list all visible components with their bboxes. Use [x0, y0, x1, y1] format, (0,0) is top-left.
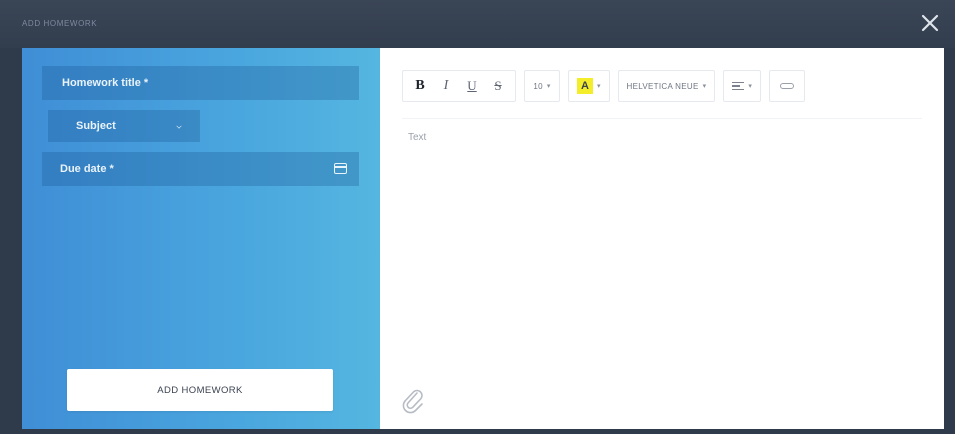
font-size-value: 10	[533, 81, 543, 91]
editor-toolbar: B I U S 10 ▾ A ▾ HELVETICA NEUE ▾ ▾	[402, 68, 922, 104]
subject-select-label: Subject	[76, 120, 116, 132]
close-icon[interactable]	[917, 10, 943, 36]
insert-link-button[interactable]	[774, 73, 800, 99]
add-homework-button[interactable]: ADD HOMEWORK	[67, 369, 333, 411]
homework-text-editor[interactable]: Text	[402, 124, 922, 374]
homework-title-placeholder: Homework title *	[62, 77, 149, 89]
font-family-select[interactable]: HELVETICA NEUE ▾	[623, 73, 711, 99]
dialog-titlebar: ADD HOMEWORK	[0, 0, 955, 48]
due-date-input[interactable]: Due date *	[42, 152, 359, 186]
subject-select[interactable]: Subject	[48, 110, 200, 142]
calendar-icon[interactable]	[334, 163, 347, 174]
text-style-group: B I U S	[402, 70, 516, 102]
chevron-down-icon: ▾	[597, 83, 601, 90]
underline-button[interactable]: U	[459, 73, 485, 99]
chevron-down-icon: ▾	[546, 83, 551, 90]
font-size-select[interactable]: 10 ▾	[529, 73, 555, 99]
chevron-down-icon: ▾	[702, 83, 707, 90]
paperclip-icon[interactable]	[400, 386, 426, 414]
toolbar-divider	[402, 118, 922, 119]
font-family-value: HELVETICA NEUE	[626, 81, 699, 91]
highlight-color-button[interactable]: A ▾	[573, 73, 605, 99]
dialog-title: ADD HOMEWORK	[22, 19, 98, 28]
italic-button[interactable]: I	[433, 73, 459, 99]
font-size-group: 10 ▾	[524, 70, 560, 102]
align-group: ▾	[723, 70, 761, 102]
font-family-group: HELVETICA NEUE ▾	[617, 70, 716, 102]
add-homework-dialog: Homework title * Subject Due date * ADD …	[22, 48, 944, 429]
due-date-placeholder: Due date *	[60, 163, 114, 175]
highlight-group: A ▾	[568, 70, 610, 102]
chevron-down-icon: ▾	[748, 83, 752, 90]
align-left-icon	[732, 81, 745, 91]
highlight-icon: A	[577, 78, 593, 94]
link-icon	[779, 83, 794, 89]
strikethrough-button[interactable]: S	[485, 73, 511, 99]
homework-editor-panel: B I U S 10 ▾ A ▾ HELVETICA NEUE ▾ ▾ Text	[380, 48, 944, 429]
editor-placeholder: Text	[408, 132, 427, 143]
align-select[interactable]: ▾	[728, 73, 756, 99]
bold-button[interactable]: B	[407, 73, 433, 99]
homework-details-panel: Homework title * Subject Due date * ADD …	[22, 48, 380, 429]
chevron-down-icon	[176, 123, 182, 129]
homework-title-input[interactable]: Homework title *	[42, 66, 359, 100]
link-group	[768, 70, 805, 102]
